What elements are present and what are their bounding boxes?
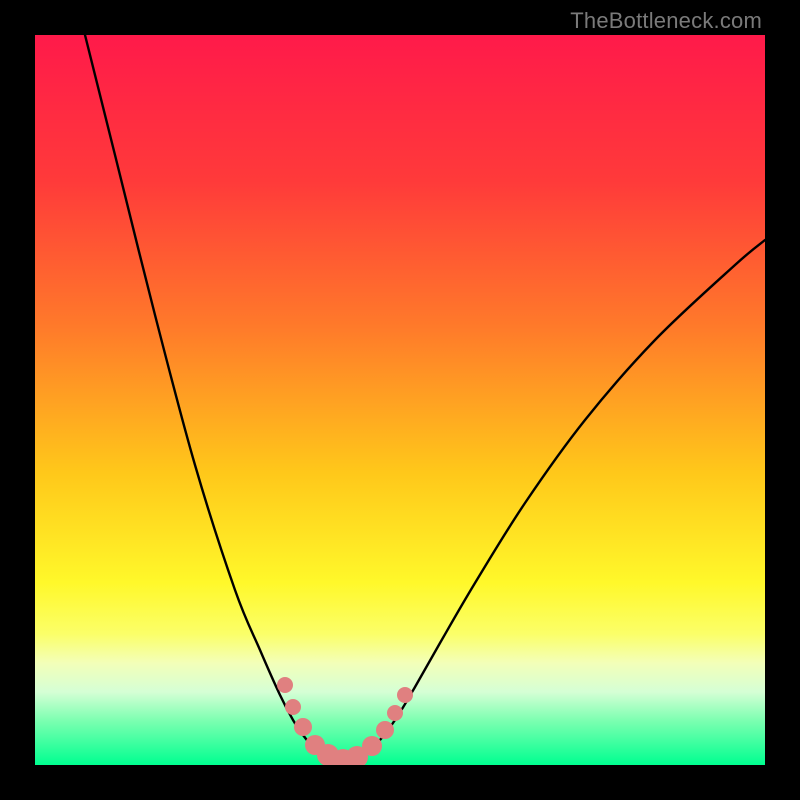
marker-point <box>294 718 312 736</box>
marker-point <box>387 705 403 721</box>
marker-point <box>362 736 382 756</box>
marker-point <box>397 687 413 703</box>
marker-point <box>285 699 301 715</box>
marker-point <box>376 721 394 739</box>
background-gradient <box>35 35 765 765</box>
watermark-text: TheBottleneck.com <box>570 8 762 34</box>
marker-point <box>277 677 293 693</box>
chart-frame: TheBottleneck.com <box>0 0 800 800</box>
plot-area <box>35 35 765 765</box>
chart-svg <box>35 35 765 765</box>
